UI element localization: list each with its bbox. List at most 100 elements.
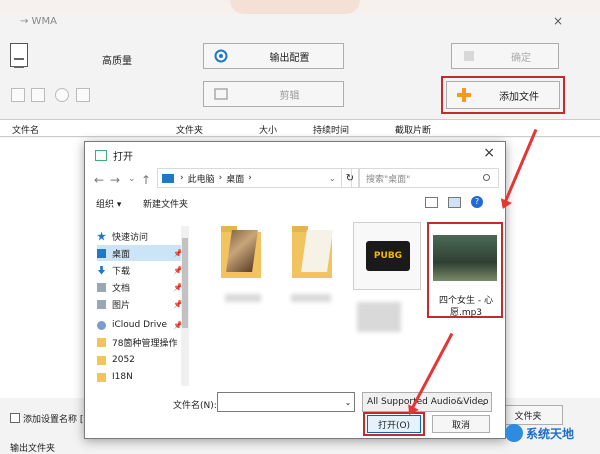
background-illustration <box>230 0 360 14</box>
sidebar-item-documents[interactable]: 文档 📌 <box>97 279 185 295</box>
breadcrumb-sep-2: › <box>218 173 223 183</box>
tool-new-icon[interactable] <box>11 88 25 102</box>
forward-button[interactable]: → <box>110 173 120 187</box>
output-folder-label: 输出文件夹 <box>10 444 56 454</box>
dialog-title-bar: 打开 <box>95 148 133 163</box>
sidebar-item-quick-access[interactable]: 快速访问 <box>97 228 185 244</box>
up-button[interactable]: ↑ <box>141 173 151 187</box>
pubg-shortcut[interactable]: PUBG <box>353 222 421 290</box>
filename-input[interactable] <box>217 392 355 412</box>
breadcrumb-this-pc[interactable]: 此电脑 <box>188 172 215 185</box>
dialog-title: 打开 <box>113 152 133 163</box>
search-input[interactable]: 搜索"桌面" <box>359 168 499 188</box>
sidebar-label: 78箇种管理操作 <box>112 338 178 349</box>
window-title: → WMA <box>20 16 57 27</box>
mp3-file-name[interactable]: 四个女生 - 心愿.mp3 <box>431 295 501 319</box>
sidebar-item-desktop[interactable]: 桌面 📌 <box>97 245 185 261</box>
blurred-label <box>225 294 261 302</box>
open-button[interactable]: 打开(O) <box>367 415 421 433</box>
sidebar-item-icloud-drive[interactable]: iCloud Drive 📌 <box>97 317 185 333</box>
confirm-icon <box>464 51 474 61</box>
column-clip[interactable]: 截取片断 <box>395 123 431 136</box>
confirm-button[interactable]: 确定 <box>451 43 559 69</box>
cloud-icon <box>97 320 106 330</box>
address-bar[interactable]: › 此电脑 › 桌面 › <box>157 168 352 188</box>
breadcrumb-sep-3: › <box>248 173 252 183</box>
add-file-button[interactable]: 添加文件 <box>446 81 560 109</box>
filename-dropdown-button[interactable]: ⌄ <box>341 392 355 412</box>
sidebar-label: iCloud Drive <box>112 320 168 330</box>
watermark: 系统天地 <box>505 424 574 442</box>
chevron-down-icon: ⌄ <box>480 397 487 407</box>
column-folder[interactable]: 文件夹 <box>176 123 203 136</box>
sidebar-item-downloads[interactable]: 下载 📌 <box>97 262 185 278</box>
mp3-thumbnail[interactable] <box>433 235 497 281</box>
tool-delete-icon[interactable] <box>31 88 45 102</box>
column-size[interactable]: 大小 <box>259 123 277 136</box>
column-duration[interactable]: 持续时间 <box>313 123 349 136</box>
refresh-button[interactable]: ↻ <box>341 168 359 188</box>
folder-icon <box>97 372 106 382</box>
back-button[interactable]: ← <box>94 173 104 187</box>
tool-info-icon[interactable] <box>76 88 90 102</box>
pubg-logo: PUBG <box>366 241 410 271</box>
computer-icon <box>162 173 174 183</box>
quality-label[interactable]: 高质量 <box>102 52 132 67</box>
recent-dropdown-button[interactable]: ⌄ <box>128 174 136 184</box>
sidebar-item-pictures[interactable]: 图片 📌 <box>97 296 185 312</box>
output-config-label: 输出配置 <box>269 52 310 64</box>
sidebar-label: I18N <box>112 372 133 382</box>
column-filename[interactable]: 文件名 <box>12 123 39 136</box>
window-close-button[interactable]: × <box>553 14 563 28</box>
dialog-app-icon <box>95 150 107 161</box>
sidebar-label: 文档 <box>112 283 131 294</box>
open-dialog: 打开 × ← → ⌄ ↑ › 此电脑 › 桌面 › ⌄ ↻ 搜索"桌面" 组织 … <box>84 141 506 439</box>
cut-label: 剪辑 <box>279 90 300 102</box>
view-mode-icon[interactable] <box>425 196 438 208</box>
sidebar-label: 快速访问 <box>112 232 149 243</box>
tool-play-icon[interactable] <box>55 88 69 102</box>
film-icon <box>214 88 228 100</box>
sidebar-item-folder[interactable]: 2052 <box>97 352 185 368</box>
view-controls: ? <box>425 196 483 208</box>
search-placeholder: 搜索"桌面" <box>366 174 411 185</box>
add-setting-name-label: 添加设置名称 [高 <box>23 415 93 425</box>
sidebar-label: 下载 <box>112 266 131 277</box>
download-icon <box>97 265 106 275</box>
folder-item[interactable] <box>292 226 333 278</box>
desktop-icon <box>97 248 106 258</box>
filetype-select[interactable]: All Supported Audio&Video ⌄ <box>362 392 492 412</box>
new-folder-button[interactable]: 新建文件夹 <box>143 197 188 210</box>
filename-label: 文件名(N): <box>173 401 217 411</box>
organize-button[interactable]: 组织 ▾ <box>96 197 121 210</box>
address-dropdown-button[interactable]: ⌄ <box>329 168 341 188</box>
sidebar-scroll-thumb[interactable] <box>182 238 188 328</box>
folder-item-photos[interactable] <box>221 226 261 278</box>
watermark-logo <box>505 424 523 442</box>
sidebar-item-folder[interactable]: I18N <box>97 369 185 385</box>
dialog-close-button[interactable]: × <box>483 145 495 161</box>
watermark-text: 系统天地 <box>526 426 575 441</box>
preview-pane-icon[interactable] <box>448 196 461 208</box>
cut-button[interactable]: 剪辑 <box>203 81 344 107</box>
checkbox-box <box>10 413 20 423</box>
add-setting-name-checkbox[interactable]: 添加设置名称 [高 <box>10 412 92 425</box>
help-icon[interactable]: ? <box>471 196 483 208</box>
file-list-header <box>0 119 600 137</box>
blurred-label <box>291 294 331 302</box>
filetype-value: All Supported Audio&Video <box>367 397 489 407</box>
settings-icon <box>214 49 228 63</box>
add-file-label: 添加文件 <box>499 91 539 103</box>
sidebar-label: 桌面 <box>112 249 131 260</box>
picture-icon <box>97 299 106 309</box>
cancel-button[interactable]: 取消 <box>432 415 490 433</box>
document-icon <box>97 282 106 292</box>
search-icon <box>483 174 490 181</box>
output-config-button[interactable]: 输出配置 <box>203 43 344 69</box>
confirm-label: 确定 <box>511 52 531 64</box>
blurred-label <box>357 302 401 332</box>
breadcrumb-desktop[interactable]: 桌面 <box>226 172 244 185</box>
sidebar-label: 图片 <box>112 300 131 311</box>
star-icon <box>97 231 106 241</box>
sidebar-item-folder[interactable]: 78箇种管理操作 <box>97 334 185 350</box>
